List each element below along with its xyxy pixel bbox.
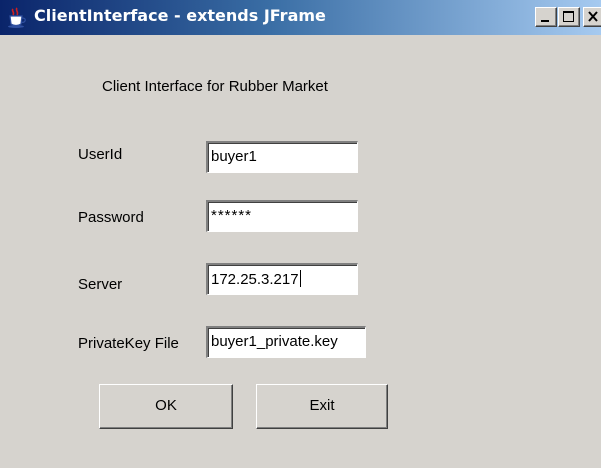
close-button[interactable] (583, 7, 601, 27)
private-key-value: buyer1_private.key (211, 333, 338, 350)
window-title: ClientInterface - extends JFrame (34, 6, 326, 25)
userid-label: UserId (78, 146, 123, 163)
maximize-icon (563, 11, 574, 22)
minimize-icon (541, 20, 549, 22)
maximize-button[interactable] (558, 7, 580, 27)
exit-button[interactable]: Exit (256, 384, 388, 429)
server-value: 172.25.3.217 (211, 271, 299, 288)
server-input[interactable]: 172.25.3.217 (206, 263, 358, 295)
private-key-input[interactable]: buyer1_private.key (206, 326, 366, 358)
form-heading: Client Interface for Rubber Market (102, 78, 328, 95)
userid-value: buyer1 (211, 148, 257, 165)
text-caret (299, 270, 301, 287)
ok-button[interactable]: OK (99, 384, 233, 429)
private-key-label: PrivateKey File (78, 335, 179, 352)
title-bar[interactable]: ClientInterface - extends JFrame (0, 0, 601, 35)
server-label: Server (78, 276, 123, 293)
userid-input[interactable]: buyer1 (206, 141, 358, 173)
password-label: Password (78, 209, 144, 226)
close-icon (588, 11, 598, 22)
password-input[interactable]: ****** (206, 200, 358, 232)
minimize-button[interactable] (535, 7, 557, 27)
password-value: ****** (211, 207, 253, 224)
java-cup-icon[interactable] (6, 7, 28, 29)
